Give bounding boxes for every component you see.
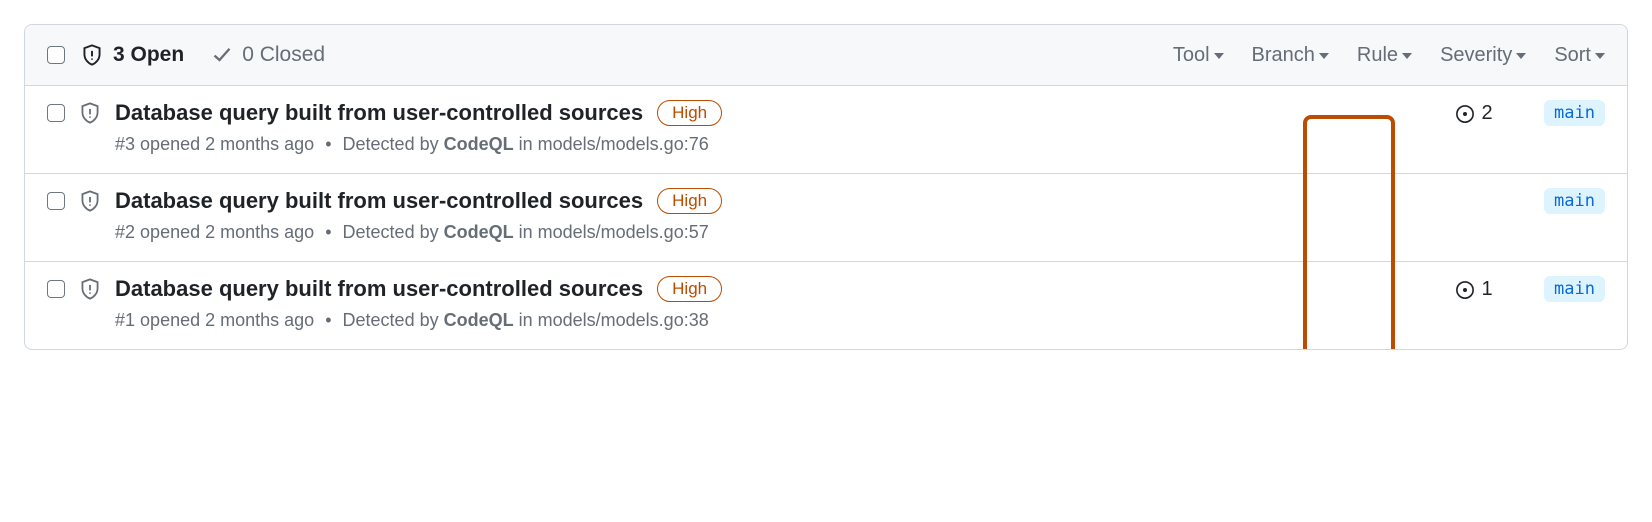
alert-opened: opened 2 months ago [140,134,314,154]
linked-issues[interactable] [1444,188,1504,190]
filter-label: Tool [1173,44,1210,67]
alert-title[interactable]: Database query built from user-controlle… [115,276,643,302]
select-row-checkbox[interactable] [47,280,65,298]
alert-content: Database query built from user-controlle… [115,276,1424,331]
closed-tab[interactable]: 0 Closed [212,43,325,67]
alert-tool: CodeQL [444,134,514,154]
select-row-checkbox[interactable] [47,192,65,210]
alert-title[interactable]: Database query built from user-controlle… [115,100,643,126]
shield-alert-icon [79,278,101,300]
linked-issues[interactable]: 1 [1444,276,1504,301]
shield-alert-icon [79,102,101,124]
alert-meta: #1 opened 2 months ago • Detected by Cod… [115,310,1424,331]
alert-tool: CodeQL [444,222,514,242]
alert-location: models/models.go:76 [538,134,709,154]
issue-open-icon [1455,280,1475,300]
caret-down-icon [1595,53,1605,59]
filter-severity[interactable]: Severity [1440,44,1526,67]
alerts-panel: 3 Open 0 Closed Tool Branch Rule [24,24,1628,350]
severity-badge: High [657,188,722,214]
open-count-label: 3 Open [113,43,184,67]
shield-alert-icon [81,44,103,66]
alert-opened: opened 2 months ago [140,222,314,242]
check-icon [212,45,232,65]
alert-tool: CodeQL [444,310,514,330]
alert-row[interactable]: Database query built from user-controlle… [25,262,1627,349]
alert-row[interactable]: Database query built from user-controlle… [25,174,1627,262]
linked-issues[interactable]: 2 [1444,100,1504,125]
filter-rule[interactable]: Rule [1357,44,1412,67]
alerts-list: Database query built from user-controlle… [25,86,1627,349]
alert-title[interactable]: Database query built from user-controlle… [115,188,643,214]
linked-issues-count: 2 [1481,102,1492,125]
filter-tool[interactable]: Tool [1173,44,1224,67]
severity-badge: High [657,100,722,126]
alert-number: #3 [115,134,135,154]
alert-meta: #2 opened 2 months ago • Detected by Cod… [115,222,1424,243]
alert-number: #2 [115,222,135,242]
select-row-checkbox[interactable] [47,104,65,122]
alert-content: Database query built from user-controlle… [115,100,1424,155]
alert-row[interactable]: Database query built from user-controlle… [25,86,1627,174]
filter-bar: Tool Branch Rule Severity Sort [1173,44,1605,67]
linked-issues-count: 1 [1481,278,1492,301]
shield-alert-icon [79,190,101,212]
branch-badge[interactable]: main [1544,276,1605,302]
caret-down-icon [1402,53,1412,59]
alert-location: models/models.go:38 [538,310,709,330]
alert-location: models/models.go:57 [538,222,709,242]
caret-down-icon [1214,53,1224,59]
caret-down-icon [1319,53,1329,59]
alert-number: #1 [115,310,135,330]
caret-down-icon [1516,53,1526,59]
issue-open-icon [1455,104,1475,124]
filter-label: Branch [1252,44,1315,67]
alert-opened: opened 2 months ago [140,310,314,330]
closed-count-label: 0 Closed [242,43,325,67]
filter-branch[interactable]: Branch [1252,44,1329,67]
filter-label: Severity [1440,44,1512,67]
alerts-header: 3 Open 0 Closed Tool Branch Rule [25,25,1627,86]
filter-sort[interactable]: Sort [1554,44,1605,67]
severity-badge: High [657,276,722,302]
filter-label: Sort [1554,44,1591,67]
filter-label: Rule [1357,44,1398,67]
alert-content: Database query built from user-controlle… [115,188,1424,243]
branch-badge[interactable]: main [1544,188,1605,214]
open-tab[interactable]: 3 Open [81,43,184,67]
alert-meta: #3 opened 2 months ago • Detected by Cod… [115,134,1424,155]
select-all-checkbox[interactable] [47,46,65,64]
branch-badge[interactable]: main [1544,100,1605,126]
